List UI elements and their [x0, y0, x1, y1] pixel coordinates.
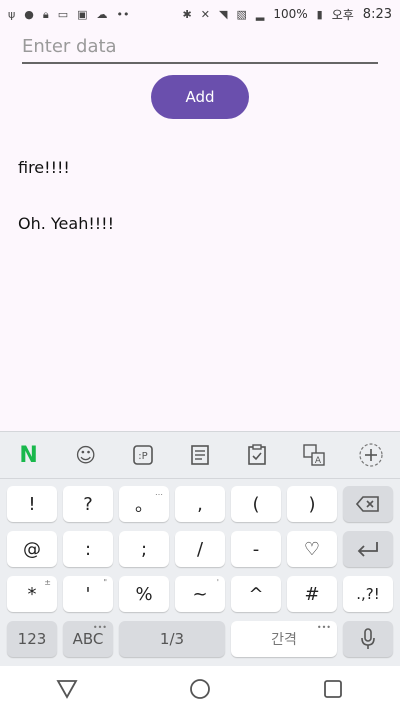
naver-n-icon[interactable]: N: [14, 440, 44, 470]
item-list: fire!!!! Oh. Yeah!!!!: [18, 158, 114, 270]
clipboard-icon[interactable]: [242, 440, 272, 470]
backspace-key[interactable]: [343, 486, 393, 522]
status-time: 8:23: [362, 6, 392, 22]
battery-percent: 100%: [273, 7, 308, 21]
data-input-container: [22, 30, 378, 64]
data-input[interactable]: [22, 30, 378, 62]
key-tilde[interactable]: ~ ': [175, 576, 225, 612]
key-heart[interactable]: ♡: [287, 531, 337, 567]
recents-icon[interactable]: [318, 674, 348, 704]
space-key[interactable]: 간격 •••: [231, 621, 337, 657]
emoji-icon[interactable]: ☺: [71, 440, 101, 470]
add-icon[interactable]: [356, 440, 386, 470]
svg-text:A: A: [315, 456, 322, 466]
key-slash[interactable]: /: [175, 531, 225, 567]
key-page[interactable]: 1/3: [119, 621, 225, 657]
status-bar: ψ ● 🔒︎ ▭ ▣ ☁ •• ✱ ✕ ◥ ▧ ▂ 100% ▮ 오후 8:23: [0, 0, 400, 28]
svg-text::P: :P: [138, 451, 147, 462]
image-icon: ▣: [77, 7, 88, 21]
memo-icon[interactable]: [185, 440, 215, 470]
keyboard-toolbar: N ☺ :P A: [0, 431, 400, 479]
keyboard-icon: ▭: [57, 7, 69, 21]
battery-icon: ▮: [316, 7, 323, 21]
key-exclamation[interactable]: !: [7, 486, 57, 522]
status-left: ψ ● 🔒︎ ▭ ▣ ☁ ••: [8, 9, 130, 20]
key-hash[interactable]: #: [287, 576, 337, 612]
keyhole-icon: ●: [24, 7, 34, 21]
sticker-icon[interactable]: :P: [128, 440, 158, 470]
key-period[interactable]: 。…: [119, 486, 169, 522]
list-item: Oh. Yeah!!!!: [18, 214, 114, 233]
key-asterisk[interactable]: * ±: [7, 576, 57, 612]
list-item: fire!!!!: [18, 158, 70, 177]
key-colon[interactable]: :: [63, 531, 113, 567]
key-at[interactable]: @: [7, 531, 57, 567]
key-open-paren[interactable]: (: [231, 486, 281, 522]
keyboard-row-1: ! ? 。… , ( ): [0, 486, 400, 522]
wifi-icon: ◥: [218, 7, 228, 21]
key-apostrophe[interactable]: ' ": [63, 576, 113, 612]
status-right: ✱ ✕ ◥ ▧ ▂ 100% ▮ 오후 8:23: [183, 6, 392, 23]
back-icon[interactable]: [52, 674, 82, 704]
bluetooth-icon: ✱: [182, 7, 192, 21]
translate-icon[interactable]: A: [299, 440, 329, 470]
key-comma[interactable]: ,: [175, 486, 225, 522]
keyboard-row-2: @ : ; / - ♡: [0, 531, 400, 567]
cloud-icon: ☁: [96, 7, 108, 21]
enter-icon: [357, 542, 378, 557]
navigation-bar: [0, 666, 400, 711]
time-ampm: 오후: [331, 7, 354, 22]
mic-key[interactable]: [343, 621, 393, 657]
lock-icon: 🔒︎: [42, 7, 49, 21]
enter-key[interactable]: [343, 531, 393, 567]
backspace-icon: [356, 496, 379, 512]
mute-icon: ✕: [200, 7, 210, 21]
add-button[interactable]: Add: [151, 75, 249, 119]
keyboard-row-3: * ± ' " % ~ ' ^ # .,?!: [0, 576, 400, 612]
usb-icon: ψ: [8, 7, 16, 21]
home-icon[interactable]: [185, 674, 215, 704]
key-punctuation[interactable]: .,?!: [343, 576, 393, 612]
key-close-paren[interactable]: ): [287, 486, 337, 522]
keyboard-row-4: 123 ABC ••• 1/3 간격 •••: [0, 621, 400, 657]
key-percent[interactable]: %: [119, 576, 169, 612]
key-question[interactable]: ?: [63, 486, 113, 522]
no-signal-icon: ▧: [236, 7, 247, 21]
key-semicolon[interactable]: ;: [119, 531, 169, 567]
key-caret[interactable]: ^: [231, 576, 281, 612]
key-abc[interactable]: ABC •••: [63, 621, 113, 657]
soft-keyboard: N ☺ :P A ! ? 。… , ( ) @ : ; / - ♡ * ± ' …: [0, 431, 400, 666]
key-123[interactable]: 123: [7, 621, 57, 657]
signal-icon: ▂: [255, 7, 265, 21]
more-icon: ••: [116, 7, 130, 21]
key-dash[interactable]: -: [231, 531, 281, 567]
microphone-icon: [361, 628, 375, 649]
